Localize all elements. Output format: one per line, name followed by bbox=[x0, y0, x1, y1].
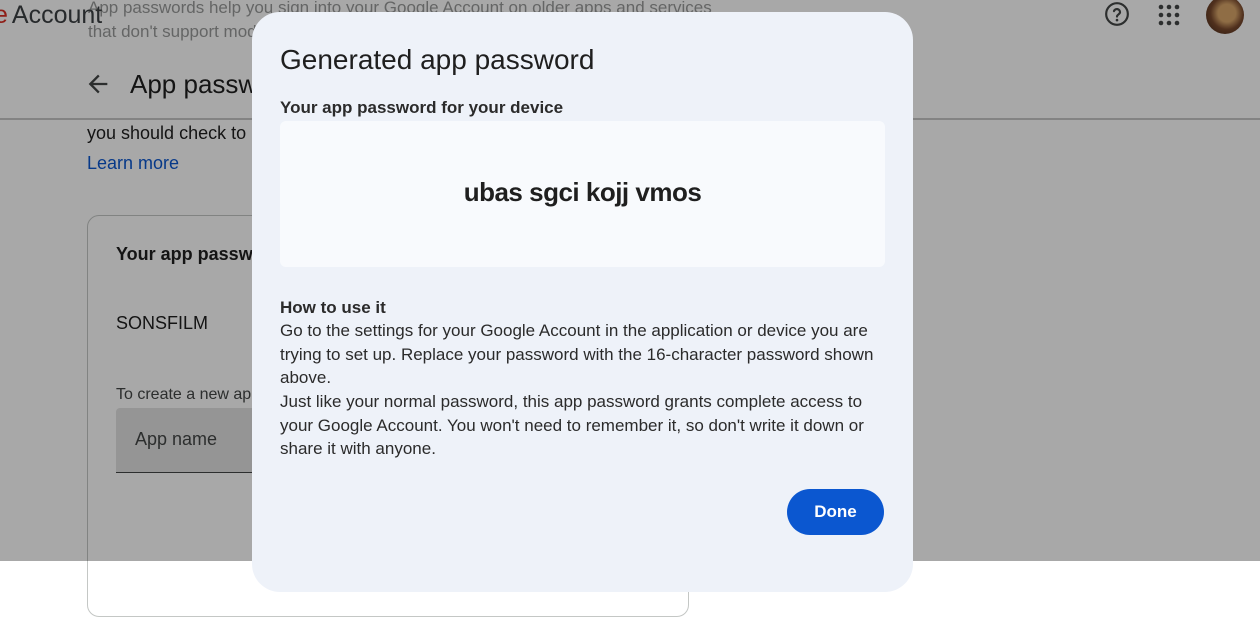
dialog-title: Generated app password bbox=[280, 44, 595, 75]
done-button[interactable]: Done bbox=[787, 489, 884, 535]
howto-paragraph-2: Just like your normal password, this app… bbox=[280, 392, 864, 458]
dialog-subtitle: Your app password for your device bbox=[280, 98, 564, 117]
generated-password[interactable]: ubas sgci kojj vmos bbox=[280, 177, 885, 208]
generated-password-dialog: Generated app password Your app password… bbox=[252, 12, 913, 592]
howto-paragraph-1: Go to the settings for your Google Accou… bbox=[280, 321, 874, 387]
howto-title: How to use it bbox=[280, 298, 386, 317]
password-box: ubas sgci kojj vmos bbox=[280, 121, 885, 267]
